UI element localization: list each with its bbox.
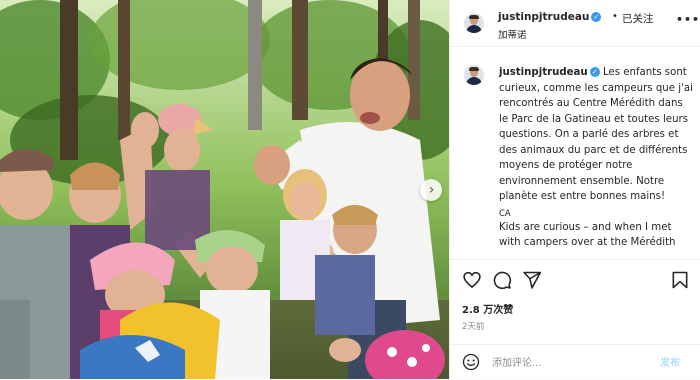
verified-badge-icon: ✓ <box>589 67 600 77</box>
verified-badge-icon: ✓ <box>591 12 602 22</box>
caption-avatar[interactable] <box>464 65 484 85</box>
post-comment-button[interactable]: 发布 <box>660 354 680 369</box>
post-details-panel: justinpjtrudeau ✓ • 已关注 加蒂诺 ••• justinpjt… <box>449 0 700 379</box>
action-bar <box>450 259 700 300</box>
instagram-post: › justinpjtrudeau ✓ • 已关注 加蒂诺 ••• justinp… <box>0 0 700 379</box>
following-button[interactable]: 已关注 <box>622 11 654 26</box>
caption-text-fr: Les enfants sont curieux, comme les camp… <box>499 67 693 202</box>
caption-text-en: Kids are curious – and when I met with c… <box>499 221 676 249</box>
caption-scroll-area[interactable]: justinpjtrudeau ✓ Les enfants sont curieu… <box>450 47 700 259</box>
header-separator: • <box>612 11 618 22</box>
chevron-right-icon: › <box>428 182 435 198</box>
location-link[interactable]: 加蒂诺 <box>498 27 527 41</box>
caption-username[interactable]: justinpjtrudeau <box>499 67 588 78</box>
post-header: justinpjtrudeau ✓ • 已关注 加蒂诺 ••• <box>450 0 700 47</box>
header-username[interactable]: justinpjtrudeau ✓ <box>498 11 602 23</box>
emoji-icon[interactable] <box>462 353 480 371</box>
avatar[interactable] <box>464 13 484 33</box>
photo-illustration <box>0 0 449 379</box>
share-icon[interactable] <box>522 270 542 290</box>
post-time[interactable]: 2天前 <box>462 320 484 332</box>
comment-input[interactable] <box>490 354 644 372</box>
caption: justinpjtrudeau ✓ Les enfants sont curieu… <box>499 65 695 251</box>
comment-icon[interactable] <box>492 270 512 290</box>
caption-tag: CA <box>499 208 511 219</box>
bookmark-icon[interactable] <box>670 270 690 290</box>
post-photo[interactable]: › <box>0 0 449 379</box>
header-username-text[interactable]: justinpjtrudeau <box>498 11 589 23</box>
heart-icon[interactable] <box>462 270 482 290</box>
comment-bar: 发布 <box>450 344 700 380</box>
next-photo-button[interactable]: › <box>420 179 442 201</box>
likes-count[interactable]: 2.8 万次赞 <box>462 301 513 316</box>
more-horizontal-icon[interactable]: ••• <box>676 13 700 26</box>
